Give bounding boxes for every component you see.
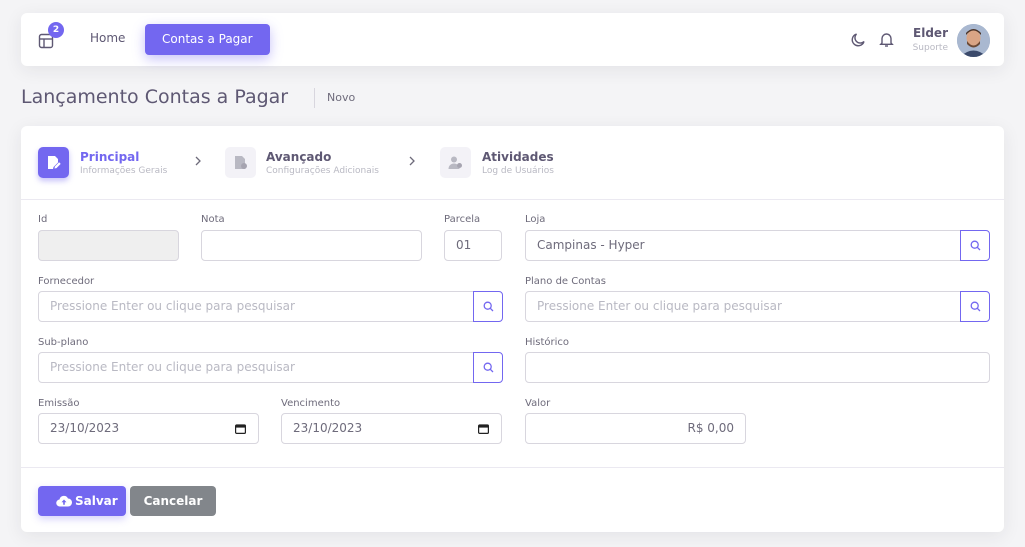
calendar-icon[interactable]	[478, 424, 489, 434]
plano-label: Plano de Contas	[525, 276, 606, 287]
chevron-right-icon	[409, 156, 415, 166]
step-avancado-subtitle: Configurações Adicionais	[266, 166, 379, 176]
page-title: Lançamento Contas a Pagar	[21, 86, 289, 108]
save-label: Salvar	[75, 494, 118, 508]
file-icon	[235, 156, 247, 169]
subplano-label: Sub-plano	[38, 337, 89, 348]
fornecedor-search-button[interactable]	[473, 291, 503, 322]
subplano-field[interactable]: Pressione Enter ou clique para pesquisar	[38, 352, 474, 383]
nav-contas-a-pagar-button[interactable]: Contas a Pagar	[145, 24, 270, 55]
parcela-field[interactable]: 01	[444, 230, 502, 261]
avatar[interactable]	[957, 24, 990, 57]
step-principal-icon[interactable]	[38, 147, 69, 178]
nota-field[interactable]	[201, 230, 422, 261]
user-role: Suporte	[912, 43, 948, 53]
vencimento-value: 23/10/2023	[293, 421, 363, 435]
search-icon	[483, 362, 494, 373]
fornecedor-field[interactable]: Pressione Enter ou clique para pesquisar	[38, 291, 474, 322]
step-atividades-icon[interactable]	[440, 147, 471, 178]
notification-badge: 2	[48, 22, 64, 38]
loja-search-button[interactable]	[960, 230, 990, 261]
vencimento-field[interactable]: 23/10/2023	[281, 413, 502, 444]
subplano-search-button[interactable]	[473, 352, 503, 383]
step-avancado-icon[interactable]	[225, 147, 256, 178]
breadcrumb-novo: Novo	[327, 91, 356, 104]
loja-label: Loja	[525, 214, 546, 225]
id-field	[38, 230, 179, 261]
valor-field[interactable]: R$ 0,00	[525, 413, 746, 444]
emissao-label: Emissão	[38, 398, 80, 409]
search-icon	[483, 301, 494, 312]
search-icon	[970, 301, 981, 312]
vencimento-label: Vencimento	[281, 398, 341, 409]
plano-search-button[interactable]	[960, 291, 990, 322]
emissao-value: 23/10/2023	[50, 421, 120, 435]
emissao-field[interactable]: 23/10/2023	[38, 413, 259, 444]
top-navbar: 2 Home Contas a Pagar Elder Suporte	[21, 13, 1004, 66]
step-principal-subtitle: Informações Gerais	[80, 166, 168, 176]
fornecedor-label: Fornecedor	[38, 276, 95, 287]
calendar-icon[interactable]	[235, 424, 246, 434]
user-group-icon	[448, 156, 462, 169]
bell-icon[interactable]	[878, 31, 895, 48]
plano-field[interactable]: Pressione Enter ou clique para pesquisar	[525, 291, 961, 322]
historico-field[interactable]	[525, 352, 990, 383]
moon-icon[interactable]	[850, 31, 867, 48]
step-atividades-title[interactable]: Atividades	[482, 150, 554, 164]
save-button[interactable]: Salvar	[38, 486, 126, 516]
valor-label: Valor	[525, 398, 551, 409]
file-edit-icon	[48, 156, 61, 169]
step-principal-title[interactable]: Principal	[80, 150, 139, 164]
loja-field[interactable]: Campinas - Hyper	[525, 230, 961, 261]
footer-divider	[21, 467, 1004, 468]
parcela-label: Parcela	[444, 214, 481, 225]
nota-label: Nota	[201, 214, 225, 225]
chevron-right-icon	[195, 156, 201, 166]
cloud-upload-icon	[56, 495, 72, 507]
step-avancado-title[interactable]: Avançado	[266, 150, 331, 164]
id-label: Id	[38, 214, 48, 225]
cancel-button[interactable]: Cancelar	[130, 486, 216, 516]
nav-home-link[interactable]: Home	[90, 31, 125, 45]
stepper-divider	[21, 199, 1004, 200]
user-name: Elder	[913, 26, 948, 40]
form-card: Principal Informações Gerais Avançado Co…	[21, 126, 1004, 532]
step-atividades-subtitle: Log de Usuários	[482, 166, 554, 176]
title-divider	[314, 88, 315, 108]
search-icon	[970, 240, 981, 251]
historico-label: Histórico	[525, 337, 570, 348]
